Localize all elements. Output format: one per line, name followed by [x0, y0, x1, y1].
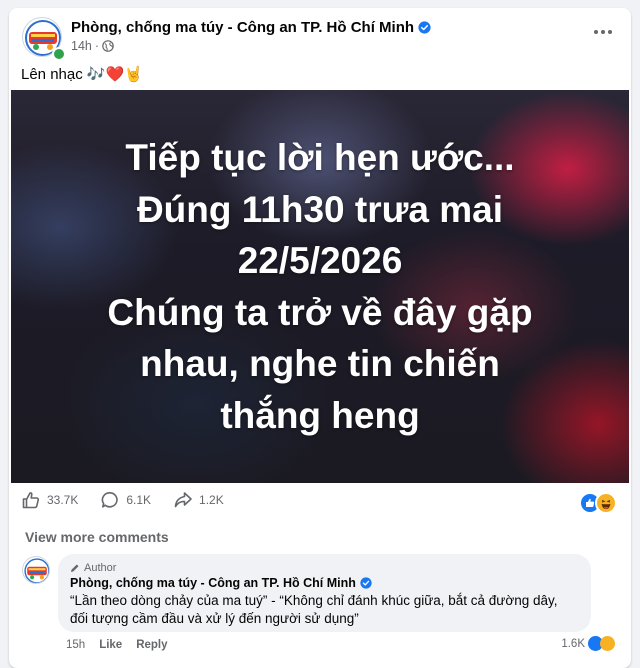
post-image-text: Tiếp tục lời hẹn ước... Đúng 11h30 trưa … — [11, 132, 629, 441]
post-time[interactable]: 14h — [71, 39, 92, 53]
post-text: Lên nhạc 🎶❤️🤘 — [21, 66, 143, 83]
more-options-button[interactable] — [589, 22, 617, 42]
post-author[interactable]: Phòng, chống ma túy - Công an TP. Hồ Chí… — [71, 19, 431, 36]
image-text-line: nhau, nghe tin chiến — [140, 343, 500, 384]
pencil-icon — [71, 564, 79, 572]
comment-bubble: Author Phòng, chống ma túy - Công an TP.… — [58, 554, 591, 632]
post-card: Phòng, chống ma túy - Công an TP. Hồ Chí… — [9, 8, 631, 668]
image-text-line: Tiếp tục lời hẹn ước... — [125, 137, 515, 178]
image-text-line: Đúng 11h30 trưa mai — [136, 188, 504, 230]
comment-avatar[interactable] — [22, 556, 50, 584]
post-meta: 14h · — [71, 39, 114, 53]
view-more-comments-link[interactable]: View more comments — [25, 529, 169, 545]
comment-reply-button[interactable]: Reply — [136, 639, 167, 651]
author-tag-label: Author — [84, 562, 117, 574]
like-button[interactable]: 33.7K — [21, 490, 78, 510]
comment-reactions[interactable]: 1.6K — [561, 636, 615, 651]
comment-reaction-count: 1.6K — [561, 637, 585, 650]
comment-author-name[interactable]: Phòng, chống ma túy - Công an TP. Hồ Chí… — [70, 576, 356, 590]
verified-badge-icon — [418, 21, 431, 34]
online-status-dot — [52, 47, 66, 61]
like-count: 33.7K — [47, 493, 79, 507]
image-text-line: thắng heng — [220, 394, 420, 436]
share-icon — [174, 492, 192, 508]
comment-text: “Lần theo dòng chảy của ma tuý” - “Không… — [70, 593, 558, 626]
more-options-icon — [594, 30, 598, 34]
comment-author[interactable]: Phòng, chống ma túy - Công an TP. Hồ Chí… — [70, 576, 579, 590]
reaction-summary[interactable] — [579, 492, 617, 514]
verified-badge-icon — [360, 577, 372, 589]
post-author-name[interactable]: Phòng, chống ma túy - Công an TP. Hồ Chí… — [71, 19, 414, 36]
post-image[interactable]: Tiếp tục lời hẹn ước... Đúng 11h30 trưa … — [11, 90, 629, 483]
comment-button[interactable]: 6.1K — [100, 490, 151, 510]
share-count: 1.2K — [199, 493, 224, 507]
haha-reaction-icon — [600, 636, 615, 651]
comment-count: 6.1K — [126, 493, 152, 507]
globe-icon — [102, 40, 114, 52]
share-button[interactable]: 1.2K — [173, 490, 224, 510]
comment-time[interactable]: 15h — [66, 639, 85, 651]
comment-like-button[interactable]: Like — [99, 639, 122, 651]
thumbs-up-icon — [22, 492, 40, 509]
comment-footer: 15h Like Reply — [66, 639, 168, 651]
author-tag: Author — [70, 562, 579, 574]
image-text-line: 22/5/2026 — [237, 240, 403, 281]
haha-reaction-icon — [595, 492, 617, 514]
comment-icon — [102, 492, 119, 508]
image-text-line: Chúng ta trở về đây gặp — [107, 291, 533, 333]
post-actions: 33.7K 6.1K 1.2K — [21, 490, 224, 510]
